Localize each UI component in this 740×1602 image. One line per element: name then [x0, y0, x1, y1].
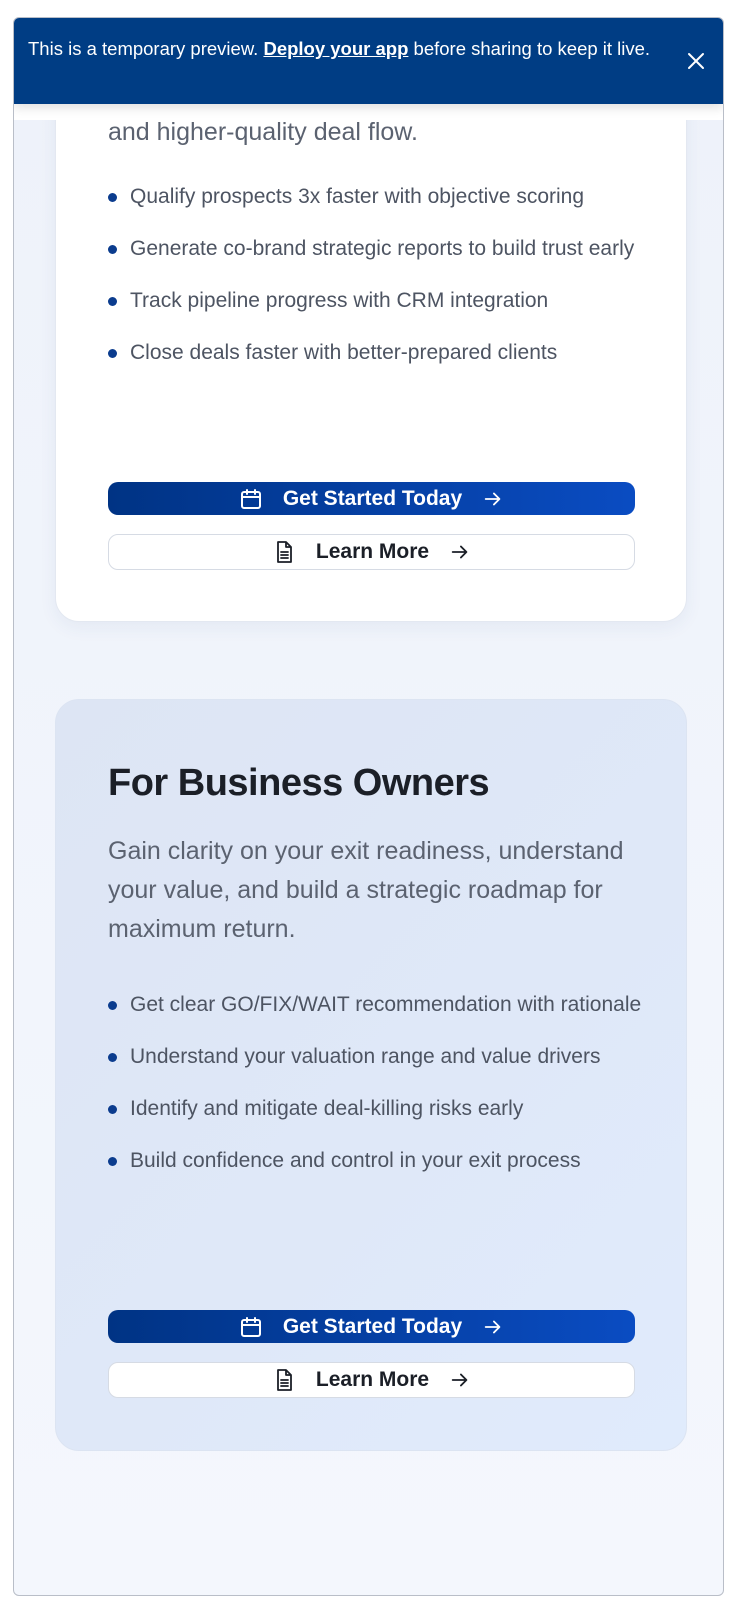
- deploy-app-link[interactable]: Deploy your app: [263, 38, 408, 59]
- list-item: Identify and mitigate deal-killing risks…: [108, 1093, 648, 1125]
- arrow-right-icon: [451, 1373, 468, 1387]
- calendar-icon: [240, 488, 261, 509]
- arrow-right-icon: [484, 1320, 501, 1333]
- close-icon: [688, 53, 704, 69]
- business-owners-card: For Business Owners Gain clarity on your…: [55, 699, 687, 1451]
- calendar-icon: [240, 1316, 261, 1337]
- list-item: Build confidence and control in your exi…: [108, 1145, 648, 1177]
- learn-more-button[interactable]: Learn More: [108, 1362, 635, 1398]
- owners-benefit-list: Get clear GO/FIX/WAIT recommendation wit…: [108, 989, 648, 1197]
- bullet-dot-icon: [108, 1157, 117, 1166]
- get-started-button[interactable]: Get Started Today: [108, 482, 635, 515]
- card-description-tail: and higher-quality deal flow.: [108, 118, 418, 146]
- browser-frame: This is a temporary preview. Deploy your…: [13, 17, 724, 1596]
- bullet-dot-icon: [108, 297, 117, 306]
- get-started-label: Get Started Today: [282, 1314, 463, 1338]
- banner-message: This is a temporary preview. Deploy your…: [28, 34, 668, 63]
- bullet-dot-icon: [108, 193, 117, 202]
- investors-benefit-list: Qualify prospects 3x faster with objecti…: [108, 181, 648, 389]
- bullet-dot-icon: [108, 1053, 117, 1062]
- bullet-dot-icon: [108, 245, 117, 254]
- banner-shadow-strip: [14, 104, 723, 120]
- arrow-right-icon: [451, 545, 468, 559]
- banner-text-before: This is a temporary preview.: [28, 38, 264, 59]
- document-icon: [276, 1369, 292, 1391]
- learn-more-label: Learn More: [315, 540, 430, 563]
- list-item: Track pipeline progress with CRM integra…: [108, 285, 648, 317]
- card-description: Gain clarity on your exit readiness, und…: [108, 837, 624, 943]
- list-item: Get clear GO/FIX/WAIT recommendation wit…: [108, 989, 648, 1021]
- bullet-dot-icon: [108, 1001, 117, 1010]
- get-started-button[interactable]: Get Started Today: [108, 1310, 635, 1343]
- learn-more-label: Learn More: [315, 1368, 430, 1391]
- learn-more-button[interactable]: Learn More: [108, 534, 635, 570]
- banner-text-after: before sharing to keep it live.: [408, 38, 651, 59]
- bullet-dot-icon: [108, 349, 117, 358]
- bullet-dot-icon: [108, 1105, 117, 1114]
- list-item: Understand your valuation range and valu…: [108, 1041, 648, 1073]
- list-item: Qualify prospects 3x faster with objecti…: [108, 181, 648, 213]
- card-title: For Business Owners: [108, 762, 490, 804]
- preview-banner: This is a temporary preview. Deploy your…: [14, 18, 723, 104]
- document-icon: [276, 541, 292, 563]
- list-item: Close deals faster with better-prepared …: [108, 337, 648, 369]
- close-banner-button[interactable]: [685, 50, 707, 72]
- arrow-right-icon: [484, 492, 501, 505]
- get-started-label: Get Started Today: [282, 486, 463, 510]
- list-item: Generate co-brand strategic reports to b…: [108, 233, 648, 265]
